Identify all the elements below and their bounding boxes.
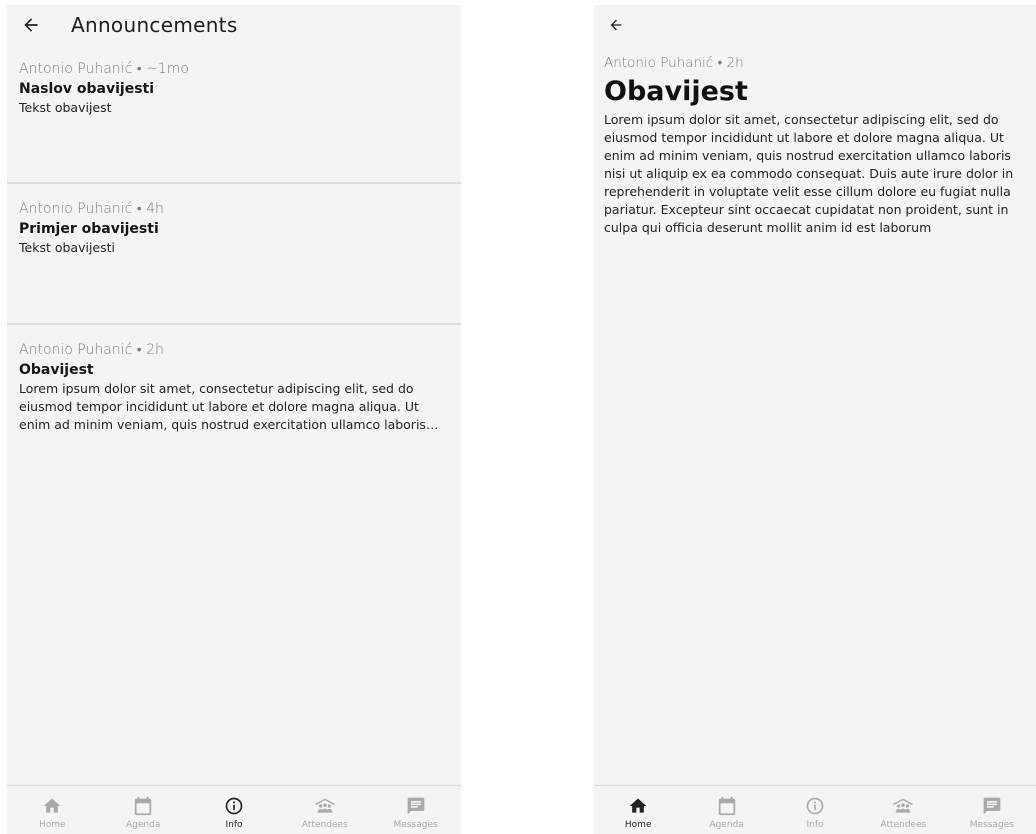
announcement-detail-screen: Antonio Puhanić • 2h Obavijest Lorem ips… [594, 5, 1036, 834]
nav-label: Attendees [880, 820, 927, 830]
nav-label: Agenda [709, 820, 744, 830]
message-icon [407, 797, 424, 815]
nav-messages[interactable]: Messages [370, 786, 461, 834]
announcement-body: Lorem ipsum dolor sit amet, consectetur … [19, 381, 426, 432]
bottom-navigation: Home Agenda Info Attendees Messages [7, 785, 461, 834]
nav-info[interactable]: Info [189, 786, 280, 834]
bottom-navigation: Home Agenda Info Attendees Messages [594, 785, 1036, 834]
nav-label: Home [624, 820, 652, 830]
calendar-icon [718, 796, 735, 816]
list-item[interactable]: Antonio Puhanić • ~1mo Naslov obavijesti… [7, 51, 461, 184]
announcement-list: Antonio Puhanić • ~1mo Naslov obavijesti… [7, 51, 461, 434]
nav-label: Info [225, 820, 243, 830]
message-icon [983, 797, 1001, 815]
nav-label: Messages [969, 820, 1014, 830]
announcement-body: Tekst obavijest [19, 100, 112, 115]
announcement-title: Obavijest [604, 76, 748, 107]
nav-home[interactable]: Home [594, 786, 682, 834]
nav-info[interactable]: Info [771, 786, 859, 834]
nav-agenda[interactable]: Agenda [98, 786, 189, 834]
app-bar [594, 5, 1036, 45]
announcement-title: Primjer obavijesti [19, 221, 159, 237]
nav-label: Agenda [126, 820, 161, 830]
info-icon [806, 797, 824, 815]
announcement-detail: Antonio Puhanić • 2h Obavijest Lorem ips… [604, 53, 1036, 237]
nav-label: Attendees [301, 820, 348, 830]
home-icon [629, 798, 647, 813]
announcement-title: Obavijest [19, 362, 94, 378]
arrow-left-icon [24, 18, 38, 32]
info-icon [225, 797, 243, 815]
nav-attendees[interactable]: Attendees [279, 786, 370, 834]
announcements-screen: Announcements Antonio Puhanić • ~1mo Nas… [7, 5, 461, 834]
nav-attendees[interactable]: Attendees [859, 786, 947, 834]
announcement-body: Lorem ipsum dolor sit amet, consectetur … [604, 112, 1014, 235]
announcement-body: Tekst obavijesti [19, 240, 115, 255]
list-item[interactable]: Antonio Puhanić • 4h Primjer obavijesti … [7, 184, 461, 325]
nav-label: Messages [393, 820, 438, 830]
page-title: Announcements [71, 13, 238, 37]
announcement-meta: Antonio Puhanić • ~1mo [19, 61, 189, 77]
announcement-meta: Antonio Puhanić • 2h [19, 342, 164, 358]
nav-messages[interactable]: Messages [948, 786, 1036, 834]
back-button[interactable] [19, 13, 43, 37]
home-icon [44, 798, 61, 813]
calendar-icon [134, 796, 152, 816]
attendees-icon [314, 798, 335, 813]
announcement-title: Naslov obavijesti [19, 81, 155, 97]
announcement-meta: Antonio Puhanić • 4h [19, 201, 164, 217]
nav-agenda[interactable]: Agenda [682, 786, 770, 834]
arrow-left-icon [610, 19, 622, 31]
nav-label: Info [806, 820, 824, 830]
announcement-meta: Antonio Puhanić • 2h [604, 55, 744, 71]
attendees-icon [893, 798, 914, 813]
nav-label: Home [39, 820, 66, 830]
app-bar: Announcements [7, 5, 461, 45]
list-item[interactable]: Antonio Puhanić • 2h Obavijest Lorem ips… [7, 325, 461, 434]
nav-home[interactable]: Home [7, 786, 98, 834]
back-button[interactable] [604, 13, 628, 37]
